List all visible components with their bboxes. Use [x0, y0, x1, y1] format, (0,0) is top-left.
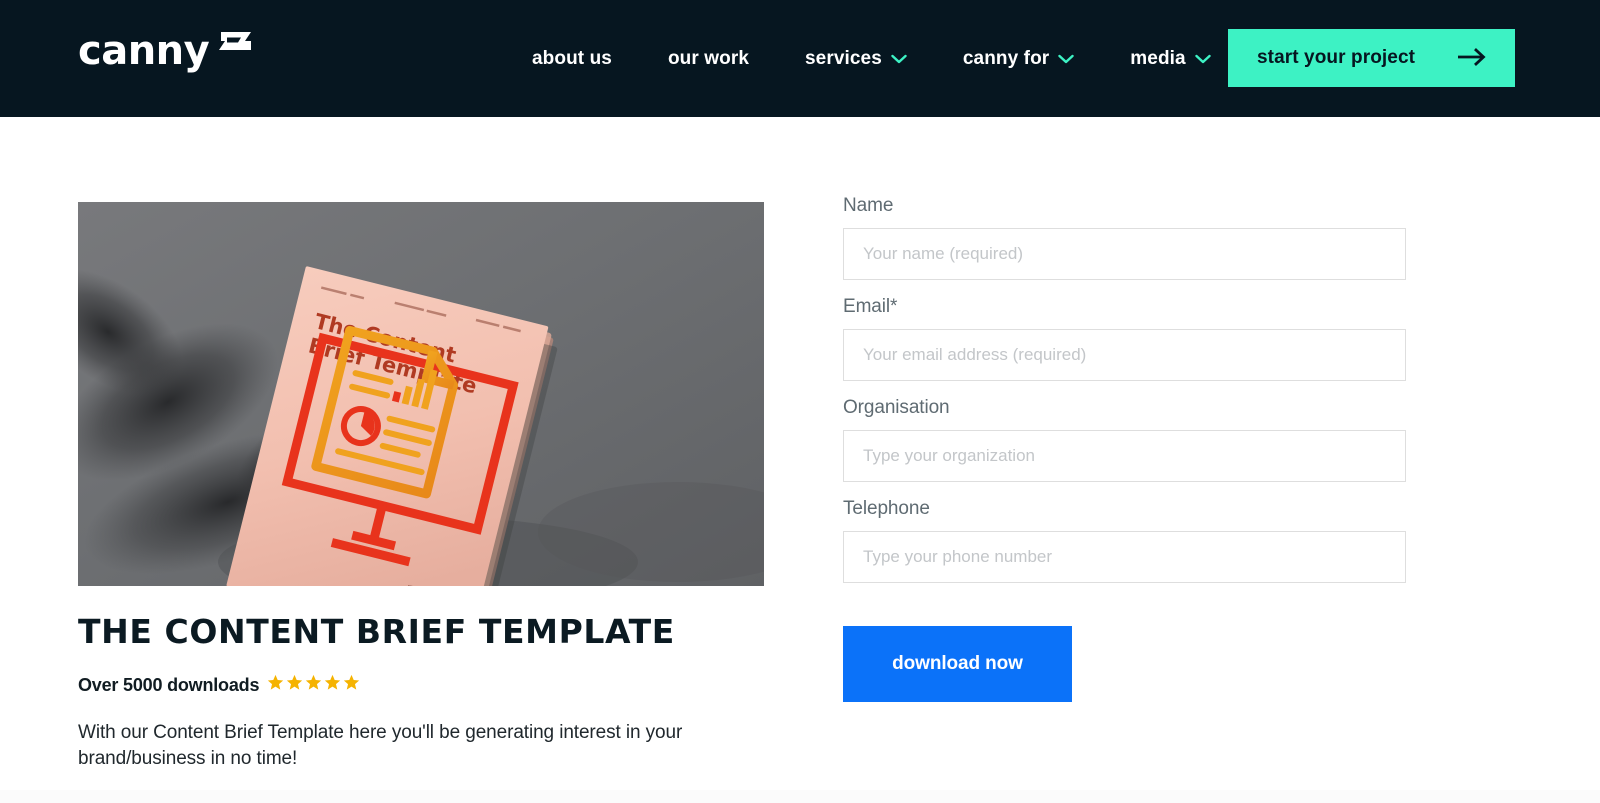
chevron-down-icon [1195, 48, 1211, 70]
nav-item-canny-for[interactable]: canny for [935, 48, 1102, 70]
site-logo[interactable]: canny [78, 30, 253, 71]
star-icon [343, 674, 360, 696]
section-divider [0, 790, 1600, 803]
download-now-button[interactable]: download now [843, 626, 1072, 702]
resource-preview: The Content Brief Template THE CONTENT B… [78, 202, 764, 772]
nav-item-label: canny for [962, 47, 1050, 69]
star-icon [286, 674, 303, 696]
star-rating [267, 674, 360, 696]
star-icon [305, 674, 322, 696]
chevron-down-icon [1058, 48, 1074, 70]
page-title: THE CONTENT BRIEF TEMPLATE [78, 612, 675, 651]
star-icon [324, 674, 341, 696]
canny-chevron-mark-icon [213, 30, 253, 57]
main-navigation: about us our work services canny for med… [520, 0, 1239, 117]
nav-item-about-us[interactable]: about us [520, 48, 640, 70]
start-your-project-button[interactable]: start your project [1228, 29, 1515, 87]
download-form: Name Email* Organisation Telephone downl… [843, 195, 1406, 702]
nav-item-our-work[interactable]: our work [640, 48, 777, 70]
email-label: Email* [843, 296, 898, 317]
name-label: Name [843, 195, 894, 216]
site-header: canny about us our work services canny f… [0, 0, 1600, 117]
organisation-input[interactable] [843, 430, 1406, 482]
name-input[interactable] [843, 228, 1406, 280]
nav-item-label: services [805, 47, 882, 69]
downloads-rating: Over 5000 downloads [78, 674, 764, 696]
telephone-label: Telephone [843, 498, 930, 519]
logo-wordmark: canny [78, 28, 210, 74]
nav-item-media[interactable]: media [1102, 48, 1238, 70]
organisation-label: Organisation [843, 397, 950, 418]
telephone-input[interactable] [843, 531, 1406, 583]
field-email: Email* [843, 296, 1406, 381]
nav-item-label: media [1130, 47, 1186, 69]
downloads-count-label: Over 5000 downloads [78, 674, 260, 695]
page-main: The Content Brief Template THE CONTENT B… [0, 117, 1600, 803]
resource-description: With our Content Brief Template here you… [78, 722, 683, 770]
email-input[interactable] [843, 329, 1406, 381]
field-telephone: Telephone [843, 498, 1406, 583]
field-name: Name [843, 195, 1406, 280]
arrow-right-icon [1458, 47, 1488, 69]
cta-label: start your project [1257, 47, 1416, 68]
chevron-down-icon [891, 48, 907, 70]
nav-item-services[interactable]: services [777, 48, 935, 70]
nav-item-label: our work [667, 47, 749, 69]
star-icon [267, 674, 284, 696]
field-organisation: Organisation [843, 397, 1406, 482]
resource-cover-image: The Content Brief Template [78, 202, 764, 586]
nav-item-label: about us [532, 47, 612, 69]
